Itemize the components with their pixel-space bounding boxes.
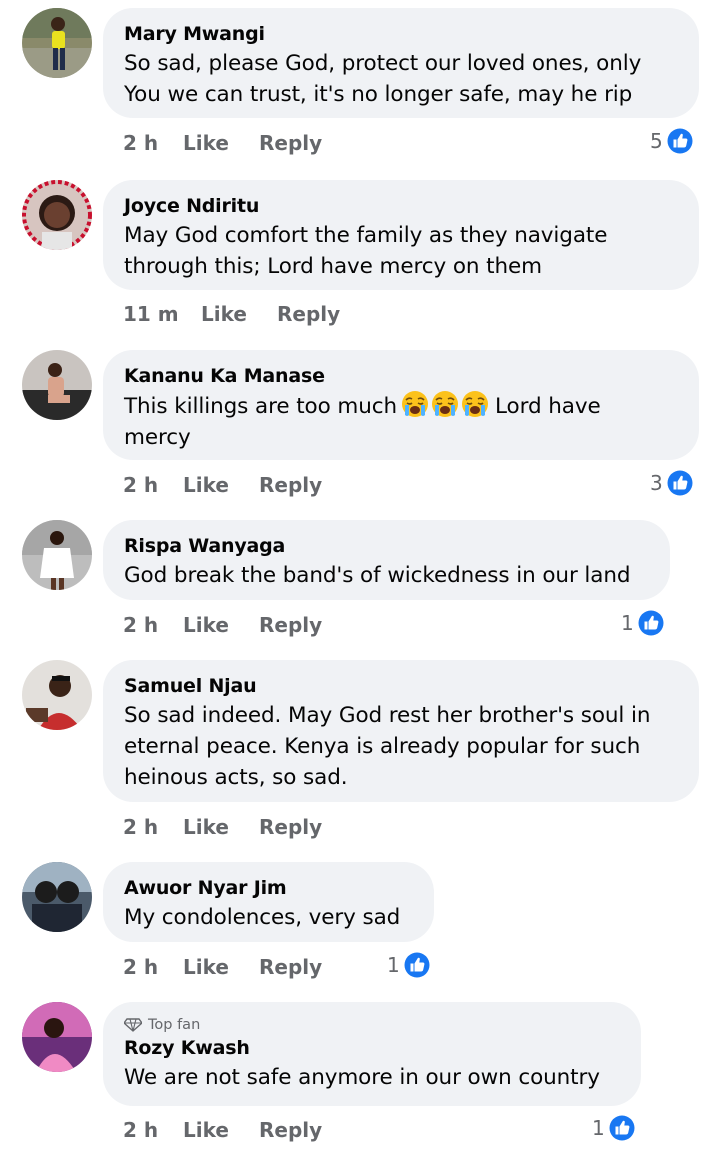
like-button[interactable]: Like: [183, 130, 259, 156]
comment-actions: 2 h Like Reply: [123, 612, 339, 638]
comment-text: My condolences, very sad: [124, 905, 401, 930]
comment-text: God break the band's of wickedness in ou…: [124, 563, 631, 588]
avatar[interactable]: [22, 8, 92, 78]
reaction-count-value: 5: [650, 129, 663, 153]
reply-button[interactable]: Reply: [259, 814, 339, 840]
comment-text: We are not safe anymore in our own count…: [124, 1065, 600, 1090]
reaction-count[interactable]: 5: [650, 126, 695, 156]
like-button[interactable]: Like: [183, 472, 259, 498]
avatar[interactable]: [22, 1002, 92, 1072]
like-button[interactable]: Like: [183, 612, 259, 638]
diamond-icon: [124, 1018, 142, 1032]
loudly-crying-face-icon: [401, 390, 429, 418]
reaction-count-value: 1: [387, 953, 400, 977]
avatar[interactable]: [22, 520, 92, 590]
reaction-count-value: 3: [650, 471, 663, 495]
loudly-crying-face-icon: [431, 390, 459, 418]
thumbs-up-icon: [402, 950, 432, 980]
comment-bubble: Mary Mwangi So sad, please God, protect …: [103, 8, 699, 118]
comment-author[interactable]: Rozy Kwash: [124, 1034, 621, 1062]
like-button[interactable]: Like: [201, 301, 277, 327]
reaction-count[interactable]: 1: [592, 1113, 637, 1143]
reply-button[interactable]: Reply: [259, 1117, 339, 1143]
avatar[interactable]: [22, 660, 92, 730]
loudly-crying-face-icon: [461, 390, 489, 418]
comment-timestamp[interactable]: 2 h: [123, 130, 183, 156]
thumbs-up-icon: [636, 608, 666, 638]
comment-bubble: Top fan Rozy Kwash We are not safe anymo…: [103, 1002, 641, 1106]
comment-actions: 2 h Like Reply: [123, 954, 339, 980]
thumbs-up-icon: [607, 1113, 637, 1143]
comment-timestamp[interactable]: 11 m: [123, 301, 201, 327]
thumbs-up-icon: [665, 468, 695, 498]
reaction-count-value: 1: [592, 1116, 605, 1140]
avatar[interactable]: [22, 180, 92, 250]
reaction-count[interactable]: 1: [387, 950, 432, 980]
like-button[interactable]: Like: [183, 1117, 259, 1143]
comment-bubble: Awuor Nyar Jim My condolences, very sad: [103, 862, 434, 942]
comment-actions: 2 h Like Reply: [123, 1117, 339, 1143]
comment-author[interactable]: Samuel Njau: [124, 672, 679, 700]
comment-timestamp[interactable]: 2 h: [123, 472, 183, 498]
comment-author[interactable]: Joyce Ndiritu: [124, 192, 679, 220]
comment-actions: 11 m Like Reply: [123, 301, 357, 327]
reply-button[interactable]: Reply: [259, 612, 339, 638]
avatar[interactable]: [22, 862, 92, 932]
reply-button[interactable]: Reply: [259, 130, 339, 156]
comment-author[interactable]: Rispa Wanyaga: [124, 532, 650, 560]
comment-bubble: Joyce Ndiritu May God comfort the family…: [103, 180, 699, 290]
comment-timestamp[interactable]: 2 h: [123, 612, 183, 638]
reaction-count[interactable]: 3: [650, 468, 695, 498]
comment-actions: 2 h Like Reply: [123, 472, 339, 498]
reaction-count[interactable]: 1: [621, 608, 666, 638]
comment-bubble: Rispa Wanyaga God break the band's of wi…: [103, 520, 670, 600]
thumbs-up-icon: [665, 126, 695, 156]
comment-timestamp[interactable]: 2 h: [123, 954, 183, 980]
comment-actions: 2 h Like Reply: [123, 814, 339, 840]
comment-timestamp[interactable]: 2 h: [123, 1117, 183, 1143]
reply-button[interactable]: Reply: [277, 301, 357, 327]
comment-text: This killings are too much Lord have merc…: [124, 390, 679, 453]
top-fan-badge: Top fan: [124, 1016, 621, 1034]
reaction-count-value: 1: [621, 611, 634, 635]
comment-timestamp[interactable]: 2 h: [123, 814, 183, 840]
comment-bubble: Samuel Njau So sad indeed. May God rest …: [103, 660, 699, 802]
like-button[interactable]: Like: [183, 814, 259, 840]
comment-text: So sad, please God, protect our loved on…: [124, 51, 642, 107]
comment-author[interactable]: Mary Mwangi: [124, 20, 679, 48]
comment-text: May God comfort the family as they navig…: [124, 223, 608, 279]
avatar[interactable]: [22, 350, 92, 420]
comment-text: So sad indeed. May God rest her brother'…: [124, 703, 651, 790]
comment-author[interactable]: Kananu Ka Manase: [124, 362, 679, 390]
reply-button[interactable]: Reply: [259, 954, 339, 980]
like-button[interactable]: Like: [183, 954, 259, 980]
reply-button[interactable]: Reply: [259, 472, 339, 498]
comment-actions: 2 h Like Reply: [123, 130, 339, 156]
comment-author[interactable]: Awuor Nyar Jim: [124, 874, 414, 902]
comment-bubble: Kananu Ka Manase This killings are too m…: [103, 350, 699, 460]
